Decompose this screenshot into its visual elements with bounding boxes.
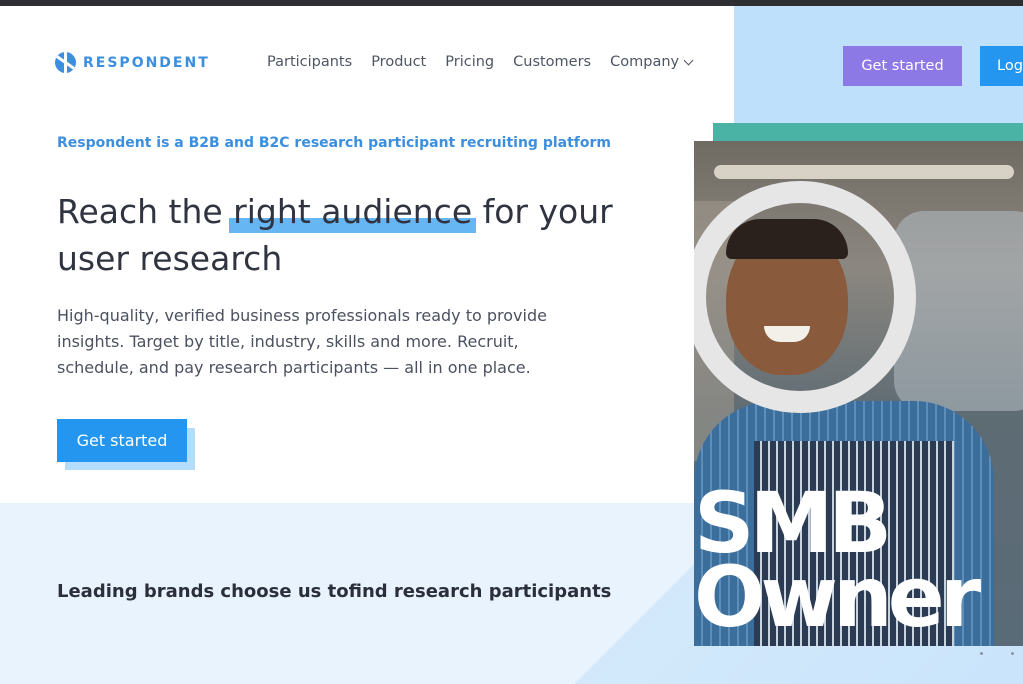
persona-label: SMB Owner: [694, 481, 1023, 646]
nav-customers[interactable]: Customers: [513, 54, 591, 70]
photo-background-light: [714, 165, 1014, 179]
headline-part-1: Reach the: [57, 192, 234, 231]
hero-eyebrow: Respondent is a B2B and B2C research par…: [57, 135, 611, 151]
main-nav: Participants Product Pricing Customers C…: [267, 54, 694, 70]
chevron-down-icon: [683, 55, 694, 65]
carousel-dot[interactable]: [980, 652, 983, 655]
header-get-started-button[interactable]: Get started: [843, 46, 962, 86]
photo-ring: [694, 181, 916, 413]
teal-accent-bar: [713, 123, 1023, 143]
nav-participants[interactable]: Participants: [267, 54, 352, 70]
nav-pricing[interactable]: Pricing: [445, 54, 494, 70]
carousel-dots[interactable]: [980, 652, 1014, 655]
carousel-dot[interactable]: [1011, 652, 1014, 655]
nav-company-label: Company: [610, 54, 680, 70]
hero-photo-card: SMB Owner: [694, 141, 1023, 646]
nav-product[interactable]: Product: [371, 54, 426, 70]
hero-headline: Reach the right audience for your user r…: [57, 188, 617, 282]
logo-text: RESPONDENT: [83, 54, 210, 71]
persona-label-line2: Owner: [694, 548, 981, 646]
login-button[interactable]: Log: [980, 46, 1023, 86]
logo-icon: [55, 52, 76, 73]
nav-company[interactable]: Company: [610, 54, 694, 70]
brands-text: Leading brands choose us to: [57, 581, 349, 602]
hero-subtext: High-quality, verified business professi…: [57, 306, 547, 377]
respondent-logo[interactable]: RESPONDENT: [55, 52, 210, 73]
brands-highlight: find research participants: [348, 581, 612, 605]
brands-heading: Leading brands choose us tofind research…: [57, 581, 612, 605]
headline-highlight: right audience: [229, 188, 477, 235]
hero-get-started-button[interactable]: Get started: [57, 419, 187, 462]
